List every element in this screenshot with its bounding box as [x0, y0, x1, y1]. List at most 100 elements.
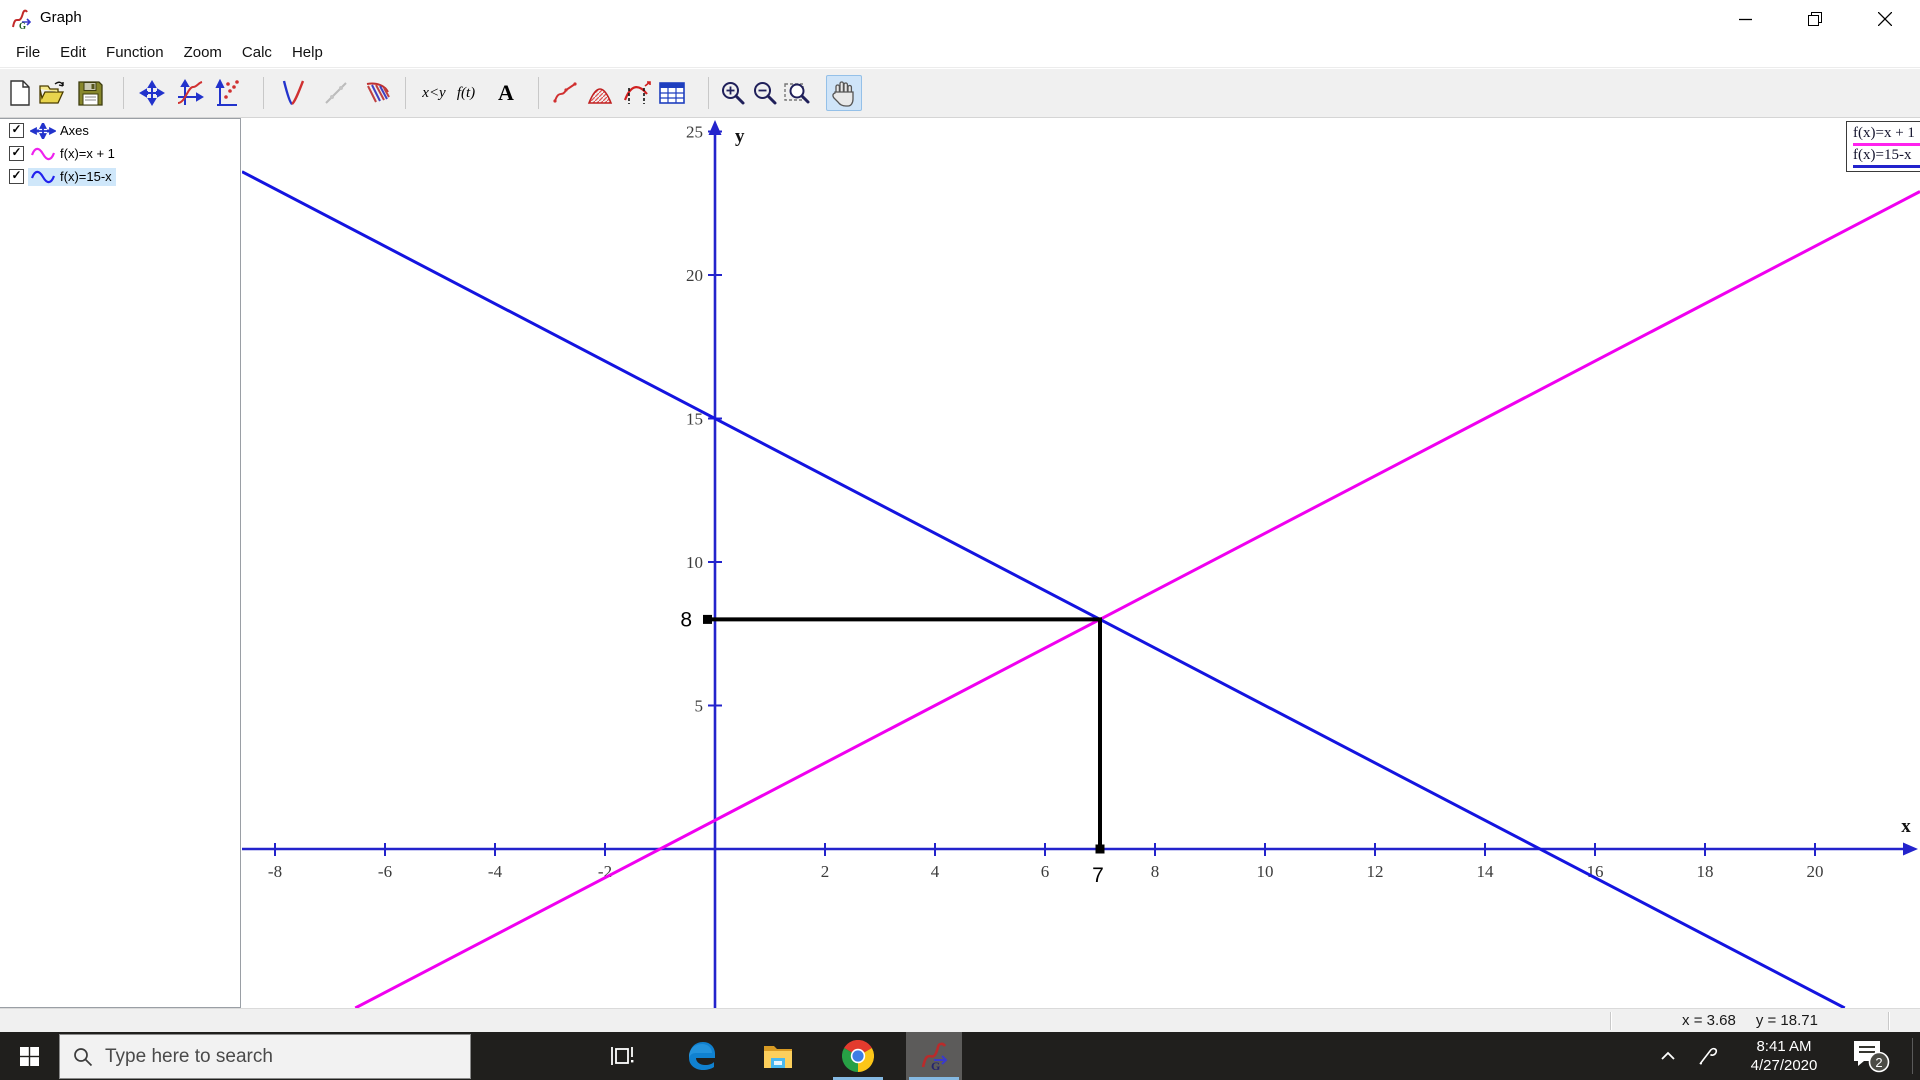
visibility-checkbox[interactable]: ✓: [9, 146, 24, 161]
legend-label: f(x)=x + 1: [1853, 125, 1915, 141]
tray-overflow-button[interactable]: [1650, 1032, 1686, 1080]
svg-text:10: 10: [686, 553, 703, 572]
show-desktop-button[interactable]: [1912, 1038, 1913, 1074]
legend-color-bar: [1853, 165, 1920, 168]
calc-path-length-button[interactable]: [619, 75, 655, 111]
calc-area-button[interactable]: [582, 75, 618, 111]
visibility-checkbox[interactable]: ✓: [9, 123, 24, 138]
list-item-label: Axes: [60, 123, 89, 138]
visibility-checkbox[interactable]: ✓: [9, 169, 24, 184]
toolbar: x<y f(t) A: [0, 69, 1920, 118]
minimize-icon: [1738, 18, 1752, 20]
zoom-in-button[interactable]: [715, 75, 751, 111]
clock-time: 8:41 AM: [1756, 1038, 1812, 1055]
insert-shading-button[interactable]: [359, 75, 395, 111]
clock[interactable]: 8:41 AM 4/27/2020: [1736, 1037, 1832, 1075]
svg-text:10: 10: [1257, 862, 1274, 881]
menu-calc[interactable]: Calc: [232, 39, 282, 67]
edit-axes-button[interactable]: [134, 75, 170, 111]
graph-logo-icon: G: [12, 9, 32, 30]
menu-function[interactable]: Function: [96, 39, 174, 67]
plot-area[interactable]: -8 -6 -4 -2 2 4 6 8 10 12 14 16 18 20 5 10 15 20 25 8 7 y x f(…: [241, 118, 1920, 1010]
zoom-in-icon: [722, 82, 745, 105]
notification-badge: 2: [1875, 1055, 1882, 1070]
save-button[interactable]: [72, 75, 108, 111]
zoom-out-icon: [754, 82, 777, 105]
insert-shading-icon: [366, 82, 390, 103]
insert-tangent-icon: [325, 82, 347, 104]
graph-taskbar-button[interactable]: G: [906, 1032, 962, 1080]
insert-function-icon: [282, 80, 305, 106]
list-item-body[interactable]: f(x)=x + 1: [28, 145, 119, 163]
minimize-button[interactable]: [1710, 0, 1780, 38]
axes-icon: [139, 80, 165, 106]
start-icon: [19, 1046, 39, 1066]
svg-text:y: y: [735, 126, 745, 147]
trace-icon: [553, 82, 577, 103]
restore-icon: [1807, 11, 1822, 26]
svg-text:2: 2: [821, 862, 830, 881]
search-icon: [74, 1047, 93, 1066]
open-file-button[interactable]: [34, 75, 70, 111]
pen-icon: [1699, 1047, 1718, 1065]
menu-edit[interactable]: Edit: [50, 39, 96, 67]
cursor-coordinates: x = 3.68 y = 18.71: [1640, 1012, 1860, 1029]
insert-label-button[interactable]: A: [488, 75, 524, 111]
insert-tangent-button[interactable]: [318, 75, 354, 111]
svg-text:6: 6: [1041, 862, 1050, 881]
list-item-body[interactable]: f(x)=15-x: [28, 167, 116, 186]
insert-point-series-button[interactable]: [209, 75, 245, 111]
new-file-button[interactable]: [2, 75, 38, 111]
list-item-label: f(x)=15-x: [60, 169, 112, 184]
insert-trendline-button[interactable]: [548, 75, 584, 111]
curve-icon: [30, 169, 56, 185]
notification-icon: 2: [1854, 1041, 1890, 1073]
search-placeholder: Type here to search: [105, 1045, 273, 1067]
notification-center-button[interactable]: 2: [1838, 1032, 1902, 1080]
menu-help[interactable]: Help: [282, 39, 333, 67]
list-item-body[interactable]: Axes: [28, 120, 93, 141]
list-item-label: f(x)=x + 1: [60, 146, 115, 161]
show-table-button[interactable]: [654, 75, 690, 111]
legend-label: f(x)=15-x: [1853, 147, 1912, 163]
list-item-function[interactable]: ✓ f(x)=x + 1: [0, 142, 240, 165]
status-bar: x = 3.68 y = 18.71: [0, 1008, 1920, 1032]
pan-button[interactable]: [826, 75, 862, 111]
edge-icon: [689, 1042, 715, 1070]
chrome-taskbar-button[interactable]: [830, 1032, 886, 1080]
close-button[interactable]: [1850, 0, 1920, 38]
list-item-function[interactable]: ✓ f(x)=15-x: [0, 165, 240, 188]
new-file-icon: [10, 80, 30, 106]
menu-zoom[interactable]: Zoom: [174, 39, 232, 67]
zoom-window-button[interactable]: [779, 75, 815, 111]
insert-function-button[interactable]: [275, 75, 311, 111]
zoom-out-button[interactable]: [747, 75, 783, 111]
edge-taskbar-button[interactable]: [674, 1032, 730, 1080]
curve-icon: [30, 146, 56, 162]
search-input[interactable]: Type here to search: [59, 1034, 471, 1079]
svg-text:20: 20: [686, 266, 703, 285]
insert-relation-button[interactable]: x<y: [416, 75, 452, 111]
task-view-icon: [611, 1047, 634, 1065]
restore-button[interactable]: [1780, 0, 1850, 38]
task-view-button[interactable]: [594, 1032, 650, 1080]
area-icon: [587, 88, 613, 104]
svg-text:25: 25: [686, 123, 703, 142]
parametric-icon: f(t): [456, 84, 476, 101]
open-folder-icon: [39, 81, 65, 104]
pan-icon: [832, 81, 854, 107]
legend: f(x)=x + 1 f(x)=15-x: [1846, 121, 1920, 172]
table-icon: [659, 82, 685, 104]
start-button[interactable]: [0, 1032, 58, 1080]
cursor-x-readout: x = 3.68: [1682, 1012, 1736, 1029]
file-explorer-taskbar-button[interactable]: [750, 1032, 806, 1080]
text-label-icon: A: [498, 80, 514, 105]
axes-settings-button[interactable]: [172, 75, 208, 111]
function-list: ✓ Axes ✓ f(x)=x + 1 ✓ f(x)=15-x: [0, 118, 241, 1008]
list-item-axes[interactable]: ✓ Axes: [0, 119, 240, 142]
chrome-icon: [842, 1040, 874, 1072]
menu-file[interactable]: File: [6, 39, 50, 67]
pen-tray-button[interactable]: [1690, 1032, 1726, 1080]
graph-canvas: -8 -6 -4 -2 2 4 6 8 10 12 14 16 18 2051015202587yx: [241, 120, 1920, 1010]
insert-parametric-button[interactable]: f(t): [448, 75, 484, 111]
